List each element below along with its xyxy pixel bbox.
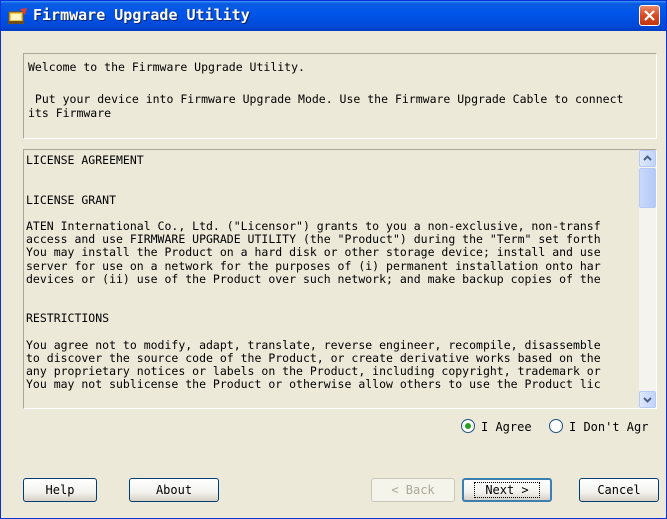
license-line: LICENSE GRANT <box>26 192 117 207</box>
license-line <box>26 180 636 193</box>
license-line <box>26 207 636 220</box>
license-line: You may install the Product on a hard di… <box>26 245 601 260</box>
disagree-radio[interactable] <box>549 419 563 433</box>
scroll-down-button[interactable] <box>639 391 656 408</box>
close-icon <box>644 10 655 21</box>
chevron-down-icon <box>643 397 652 403</box>
welcome-line-3: its Firmware <box>28 106 112 120</box>
license-line: You agree not to modify, adapt, translat… <box>26 337 601 352</box>
license-line <box>26 286 636 299</box>
back-button[interactable]: < Back <box>371 478 455 502</box>
license-line <box>26 325 636 338</box>
license-line: devices or (ii) use of the Product over … <box>26 271 601 286</box>
license-text: LICENSE AGREEMENT LICENSE GRANT ATEN Inter… <box>26 153 636 392</box>
license-line <box>26 299 636 312</box>
vertical-scrollbar[interactable] <box>639 150 656 408</box>
license-line: You may not sublicense the Product or ot… <box>26 377 601 392</box>
next-button-label: Next > <box>474 482 540 498</box>
license-line: server for use on a network for the purp… <box>26 258 601 273</box>
disagree-label: I Don't Agr <box>569 420 649 434</box>
welcome-line-2: Put your device into Firmware Upgrade Mo… <box>28 92 624 106</box>
chevron-up-icon <box>643 155 652 161</box>
agree-radio-option[interactable]: I Agree <box>461 419 532 434</box>
cancel-button[interactable]: Cancel <box>579 478 659 502</box>
app-icon <box>8 7 28 25</box>
next-button[interactable]: Next > <box>462 478 552 502</box>
title-bar[interactable]: Firmware Upgrade Utility <box>1 1 666 31</box>
firmware-upgrade-window: Firmware Upgrade Utility Welcome to the … <box>0 0 667 519</box>
close-button[interactable] <box>639 5 660 26</box>
license-line: LICENSE AGREEMENT <box>26 153 144 167</box>
agree-label: I Agree <box>481 420 532 434</box>
disagree-radio-option[interactable]: I Don't Agr <box>549 419 659 434</box>
welcome-line-1: Welcome to the Firmware Upgrade Utility. <box>28 60 305 74</box>
help-button[interactable]: Help <box>23 478 97 502</box>
scroll-up-button[interactable] <box>639 150 656 167</box>
license-line: RESTRICTIONS <box>26 311 110 326</box>
welcome-panel: Welcome to the Firmware Upgrade Utility.… <box>23 53 657 139</box>
scroll-thumb[interactable] <box>639 168 656 208</box>
about-button[interactable]: About <box>129 478 219 502</box>
license-line <box>26 167 636 180</box>
license-textbox[interactable]: LICENSE AGREEMENT LICENSE GRANT ATEN Inter… <box>23 149 657 409</box>
window-title: Firmware Upgrade Utility <box>33 6 250 24</box>
agree-radio[interactable] <box>461 419 475 433</box>
